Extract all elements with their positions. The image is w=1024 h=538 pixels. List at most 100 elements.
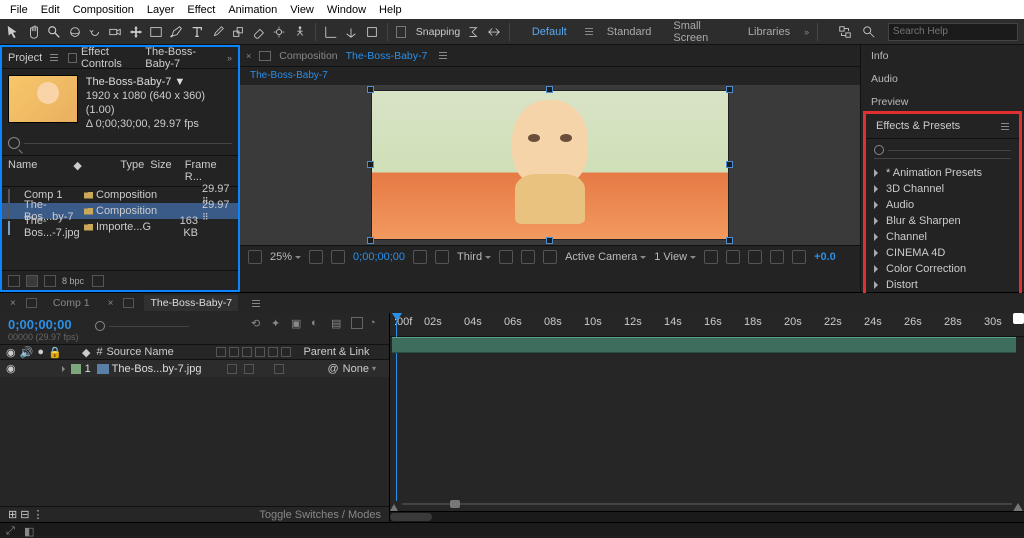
timeline-options-icon[interactable]: ⊞ ⊟ ⋮	[8, 508, 44, 521]
workspace-libraries[interactable]: Libraries	[740, 24, 798, 40]
view-axis-icon[interactable]	[365, 23, 379, 41]
col-framerate[interactable]: Frame R...	[185, 159, 232, 183]
asset-thumbnail[interactable]	[8, 75, 78, 123]
menu-window[interactable]: Window	[321, 2, 372, 18]
col-name[interactable]: Name	[8, 159, 73, 183]
menu-help[interactable]: Help	[373, 2, 408, 18]
panel-preview[interactable]: Preview	[861, 91, 1024, 111]
roto-tool-icon[interactable]	[272, 23, 286, 41]
effects-category[interactable]: Channel	[866, 229, 1019, 245]
current-timecode[interactable]: 0;00;00;00	[0, 313, 87, 332]
project-search-input[interactable]	[24, 143, 232, 144]
camera-dropdown[interactable]: Active Camera	[565, 251, 646, 263]
graph-editor-icon[interactable]: ▤	[331, 317, 345, 331]
effects-category[interactable]: Audio	[866, 197, 1019, 213]
zoom-tool-icon[interactable]	[47, 23, 61, 41]
zoom-out-icon[interactable]	[390, 500, 398, 511]
menu-effect[interactable]: Effect	[181, 2, 221, 18]
track-area[interactable]	[390, 337, 1024, 511]
panel-menu-icon[interactable]	[252, 300, 260, 307]
source-name-header[interactable]: Source Name	[106, 346, 216, 358]
close-tab-icon[interactable]: ×	[10, 298, 16, 309]
magnification-dropdown[interactable]: 25%	[270, 251, 301, 263]
video-toggle[interactable]: ◉	[6, 362, 16, 375]
camera-tool-icon[interactable]	[108, 23, 122, 41]
views-dropdown[interactable]: 1 View	[654, 251, 696, 263]
effects-category[interactable]: Distort	[866, 277, 1019, 293]
puppet-tool-icon[interactable]	[292, 23, 306, 41]
switches-header[interactable]	[216, 347, 291, 357]
status-expand-icon[interactable]: ⤢	[6, 525, 18, 535]
show-snapshot-icon[interactable]	[435, 250, 449, 264]
effects-presets-title[interactable]: Effects & Presets	[876, 120, 960, 132]
layer-viewer-icon[interactable]	[259, 51, 271, 61]
mask-icon[interactable]	[543, 250, 557, 264]
comp-icon[interactable]	[123, 298, 134, 308]
effects-search-input[interactable]	[888, 150, 1011, 151]
panel-menu-icon[interactable]	[439, 52, 447, 59]
twirl-arrow-icon[interactable]	[62, 366, 68, 372]
orbit-tool-icon[interactable]	[67, 23, 81, 41]
rect-tool-icon[interactable]	[149, 23, 163, 41]
effects-category[interactable]: Color Correction	[866, 261, 1019, 277]
brush-tool-icon[interactable]	[211, 23, 225, 41]
layer-switches[interactable]	[227, 364, 321, 374]
current-time[interactable]: 0;00;00;00	[353, 251, 405, 263]
audio-toggle-icon[interactable]: 🔊	[20, 346, 34, 359]
new-folder-icon[interactable]	[26, 275, 38, 287]
workspace-standard[interactable]: Standard	[599, 24, 660, 40]
render-queue-icon[interactable]	[26, 298, 37, 308]
motion-blur-icon[interactable]: ◐	[311, 317, 325, 331]
res-half-icon[interactable]	[309, 250, 323, 264]
menu-edit[interactable]: Edit	[35, 2, 66, 18]
render-time-icon[interactable]: ◔	[369, 317, 383, 331]
selection-tool-icon[interactable]	[6, 23, 20, 41]
panel-info[interactable]: Info	[861, 45, 1024, 68]
pen-tool-icon[interactable]	[170, 23, 184, 41]
timeline-layer-row[interactable]: ◉ 1 The-Bos...by-7.jpg @ None ▾	[0, 360, 389, 377]
panel-menu-icon[interactable]	[1001, 123, 1009, 130]
pickwhip-icon[interactable]: @	[327, 363, 338, 375]
snap-edge-icon[interactable]	[487, 23, 501, 41]
world-axis-icon[interactable]	[344, 23, 358, 41]
fast-preview-icon[interactable]	[726, 250, 740, 264]
layer-bar[interactable]	[392, 337, 1016, 353]
res-full-icon[interactable]	[331, 250, 345, 264]
time-ruler[interactable]: :00f 02s04s06s08s10s12s14s16s18s20s22s24…	[390, 313, 1024, 337]
video-toggle-icon[interactable]: ◉	[6, 346, 16, 359]
zoom-slider[interactable]	[390, 500, 1024, 508]
workspace-overflow-icon[interactable]: »	[804, 27, 809, 37]
menu-layer[interactable]: Layer	[141, 2, 181, 18]
parent-link-header[interactable]: Parent & Link	[303, 346, 369, 358]
label-col-icon[interactable]: ◆	[82, 346, 90, 359]
workspace-menu-icon[interactable]	[585, 28, 593, 35]
delete-icon[interactable]	[92, 275, 104, 287]
clone-tool-icon[interactable]	[231, 23, 245, 41]
menu-animation[interactable]: Animation	[222, 2, 283, 18]
parent-dropdown[interactable]: None	[343, 363, 369, 375]
menu-file[interactable]: File	[4, 2, 34, 18]
timeline-icon[interactable]	[748, 250, 762, 264]
layer-color-icon[interactable]	[71, 364, 81, 374]
close-tab-icon[interactable]: ×	[108, 298, 114, 309]
new-comp-icon[interactable]	[44, 275, 56, 287]
snapping-checkbox[interactable]	[396, 26, 406, 38]
sync-icon[interactable]	[836, 23, 854, 41]
work-area-end-handle[interactable]	[1013, 313, 1024, 324]
pixel-aspect-icon[interactable]	[704, 250, 718, 264]
search-icon[interactable]	[860, 23, 878, 41]
frame-blend-icon[interactable]: ▣	[291, 317, 305, 331]
lock-toggle-icon[interactable]: 🔒	[48, 346, 62, 359]
menu-composition[interactable]: Composition	[67, 2, 140, 18]
snapping-options-icon[interactable]	[466, 23, 480, 41]
horizontal-scrollbar[interactable]	[390, 511, 1024, 522]
workspace-default[interactable]: Default	[524, 24, 575, 40]
col-type[interactable]: Type	[84, 159, 144, 183]
panel-overflow-icon[interactable]: ×	[246, 51, 251, 61]
transparency-grid-icon[interactable]	[521, 250, 535, 264]
layer-name[interactable]: The-Bos...by-7.jpg	[112, 363, 202, 375]
flowchart-bar[interactable]: The-Boss-Baby-7	[240, 67, 860, 85]
tab-project[interactable]: Project	[8, 52, 58, 64]
type-tool-icon[interactable]	[190, 23, 204, 41]
snapshot-icon[interactable]	[413, 250, 427, 264]
